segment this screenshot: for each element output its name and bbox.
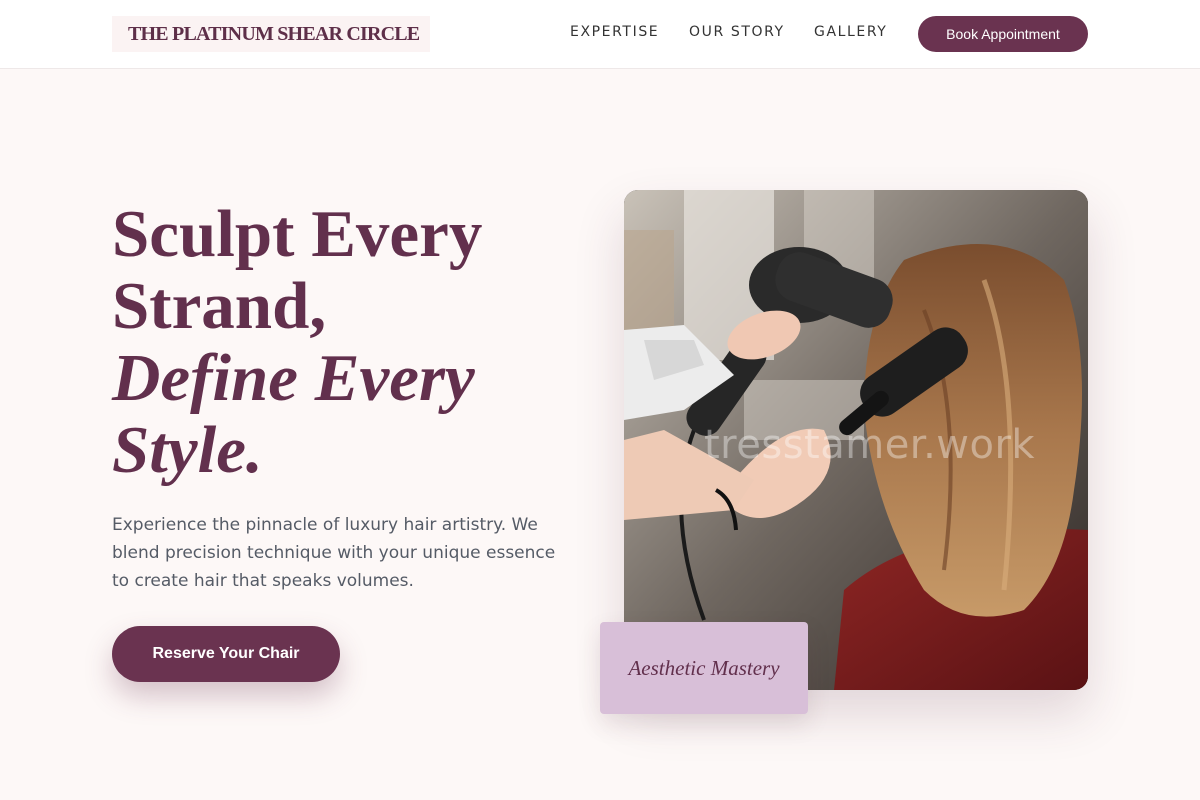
headline-line-3: Define Every xyxy=(112,341,475,415)
book-appointment-button[interactable]: Book Appointment xyxy=(918,16,1088,52)
hero-photo: tresstamer.work xyxy=(624,190,1088,690)
reserve-chair-button[interactable]: Reserve Your Chair xyxy=(112,626,340,682)
nav-link-our-story[interactable]: OUR STORY xyxy=(689,24,785,40)
headline-line-4: Style. xyxy=(112,413,263,487)
hero-description: Experience the pinnacle of luxury hair a… xyxy=(112,515,556,591)
hero-headline: Sculpt Every Strand, Define Every Style. xyxy=(112,198,552,486)
watermark-text: tresstamer.work xyxy=(704,422,1036,468)
site-header: THE PLATINUM SHEAR CIRCLE EXPERTISE OUR … xyxy=(0,0,1200,69)
headline-line-1: Sculpt Every xyxy=(112,197,483,271)
aesthetic-mastery-badge: Aesthetic Mastery xyxy=(600,622,808,714)
nav-link-gallery[interactable]: GALLERY xyxy=(814,24,887,40)
headline-line-2: Strand, xyxy=(112,269,327,343)
nav-link-expertise[interactable]: EXPERTISE xyxy=(570,24,659,40)
brand-logo[interactable]: THE PLATINUM SHEAR CIRCLE xyxy=(112,16,430,52)
